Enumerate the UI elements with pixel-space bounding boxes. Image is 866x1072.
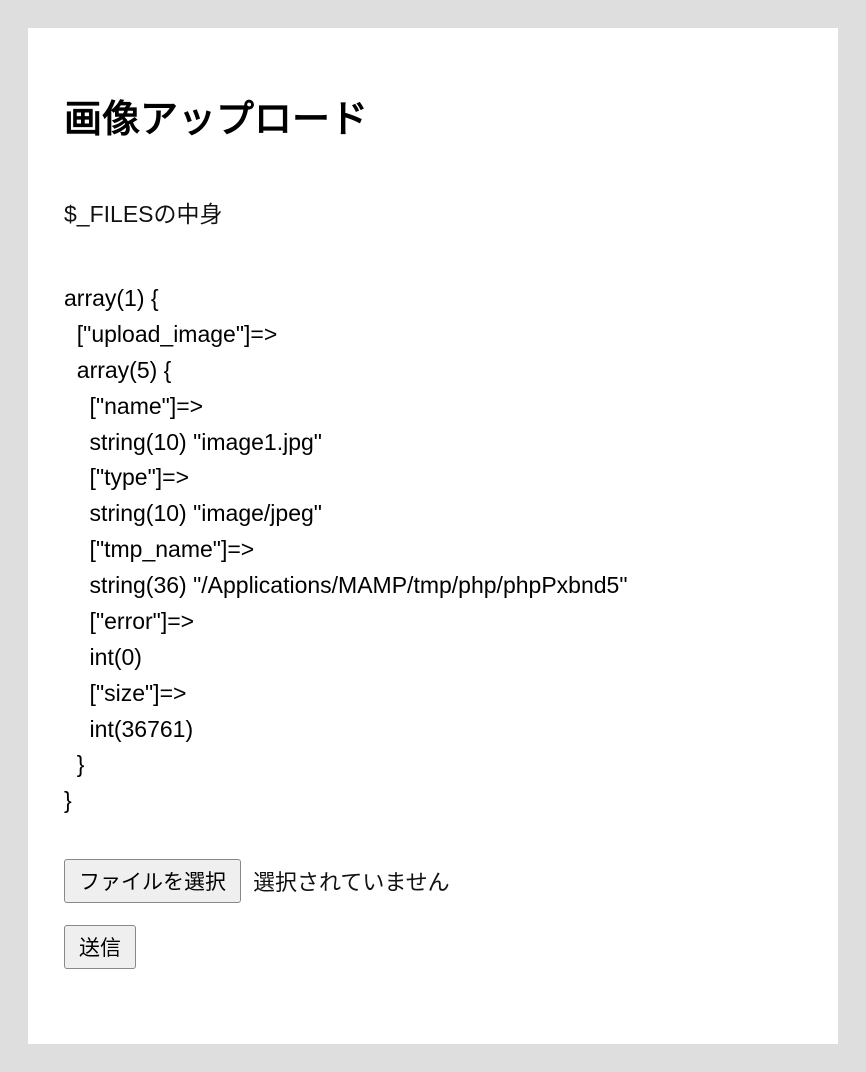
page-title: 画像アップロード — [64, 88, 802, 143]
file-status-text: 選択されていません — [253, 865, 450, 897]
submit-button[interactable]: 送信 — [64, 925, 136, 969]
var-dump-output: array(1) { ["upload_image"]=> array(5) {… — [64, 281, 802, 819]
file-input-row: ファイルを選択 選択されていません — [64, 859, 802, 903]
file-select-button[interactable]: ファイルを選択 — [64, 859, 241, 903]
subtitle: $_FILESの中身 — [64, 195, 802, 229]
page-container: 画像アップロード $_FILESの中身 array(1) { ["upload_… — [28, 28, 838, 1044]
